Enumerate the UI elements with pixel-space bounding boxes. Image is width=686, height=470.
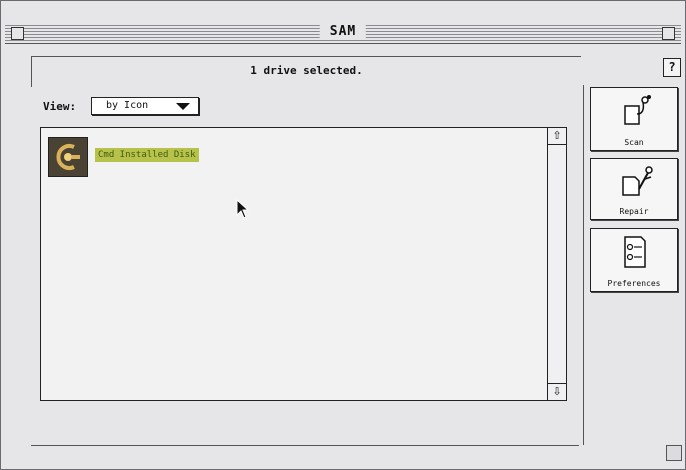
resize-handle[interactable] [666, 445, 682, 461]
drive-icon[interactable] [48, 137, 88, 177]
title-bar[interactable]: SAM [5, 23, 681, 44]
preferences-label: Preferences [607, 279, 661, 288]
help-button[interactable]: ? [663, 58, 681, 77]
repair-button[interactable]: Repair [590, 158, 678, 220]
preferences-button[interactable]: Preferences [590, 228, 678, 292]
scan-icon [624, 95, 651, 125]
bottom-divider [31, 445, 579, 446]
view-label: View: [43, 100, 77, 113]
status-text: 1 drive selected. [250, 64, 363, 77]
scrollbar[interactable]: ⇧ ⇩ [547, 128, 566, 400]
zoom-box[interactable] [662, 27, 675, 40]
window-title: SAM [319, 24, 367, 39]
status-panel: 1 drive selected. [31, 56, 581, 87]
scroll-down-button[interactable]: ⇩ [548, 383, 566, 400]
repair-label: Repair [619, 207, 649, 216]
list-item[interactable]: Cmd Installed Disk [48, 137, 258, 177]
close-box[interactable] [11, 27, 24, 40]
mouse-cursor-icon [236, 199, 250, 219]
drive-list[interactable]: Cmd Installed Disk ⇧ ⇩ [40, 127, 567, 401]
repair-icon [622, 166, 653, 196]
view-select-value: by Icon [106, 100, 149, 111]
preferences-icon [624, 236, 646, 268]
drive-label[interactable]: Cmd Installed Disk [95, 148, 199, 162]
chevron-down-icon [176, 103, 190, 110]
view-select[interactable]: by Icon [91, 97, 199, 115]
sam-window: SAM 1 drive selected. ? View: by Icon Cm… [0, 0, 686, 470]
toolbar-divider [583, 85, 584, 445]
scroll-up-button[interactable]: ⇧ [548, 128, 566, 145]
scan-label: Scan [624, 138, 644, 147]
scan-button[interactable]: Scan [590, 87, 678, 151]
